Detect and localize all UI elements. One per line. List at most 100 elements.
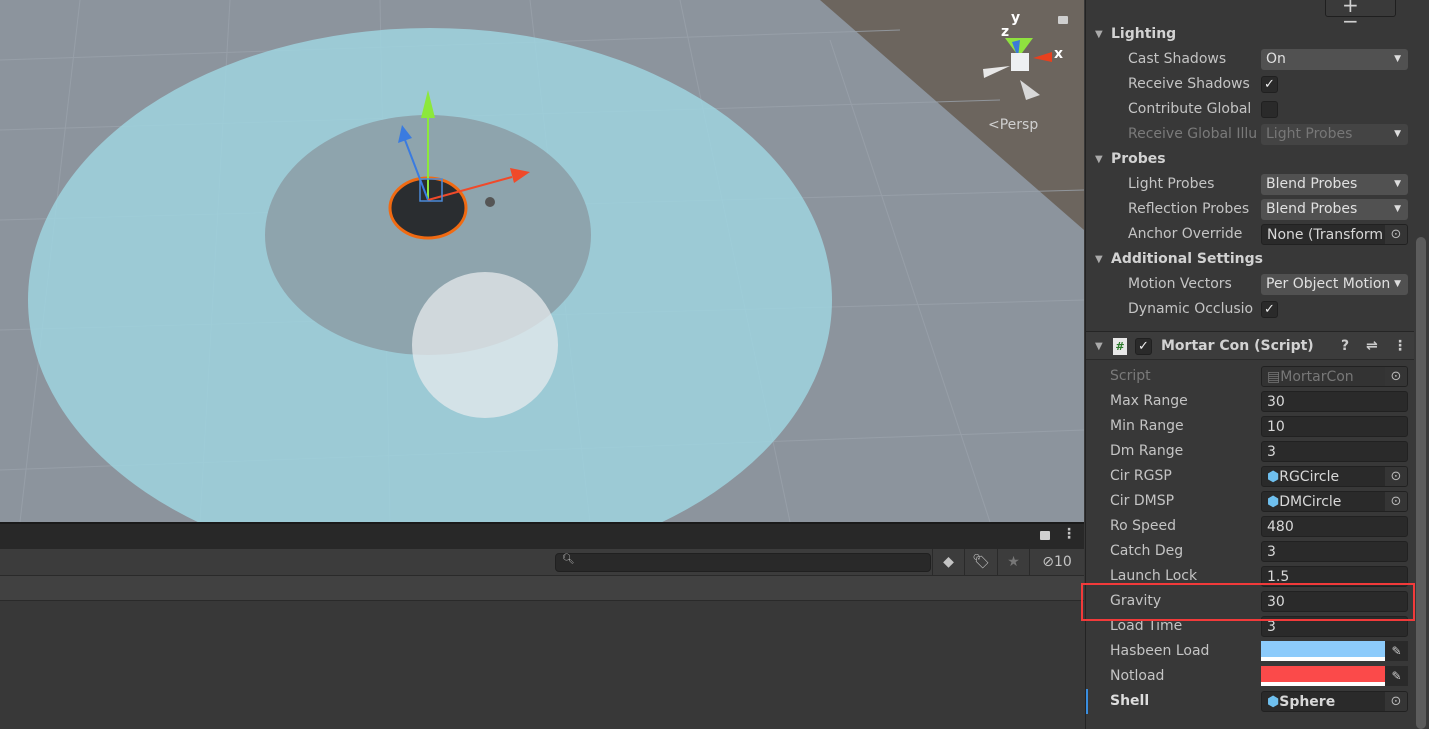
anchor-override-value: None (Transform [1267,227,1384,243]
field-min-range: Min Range 10 [1086,414,1414,439]
cir-rgsp-object-field[interactable]: ⬢RGCircle ⊙ [1261,466,1408,487]
component-title: Mortar Con (Script) [1161,338,1314,354]
field-label: Hasbeen Load [1110,643,1210,659]
foldout-triangle-icon[interactable]: ▼ [1095,22,1103,47]
scrollbar[interactable] [1416,237,1426,729]
dynamic-occlusio-checkbox[interactable]: ✓ [1261,301,1278,318]
lock-icon[interactable] [1058,16,1068,24]
scene-view[interactable]: y z x <Persp [0,0,1084,522]
panel-toolbar: 🔍︎ ◆ 🏷︎ ★ ⊘10 [0,549,1084,576]
field-label: Cir RGSP [1110,468,1172,484]
field-script: Script ▤MortarCon ⊙ [1086,364,1414,389]
hasbeen-load-color-field[interactable] [1261,641,1385,661]
field-label: Receive Shadows [1128,76,1250,92]
script-value: MortarCon [1280,369,1354,385]
prefab-icon: ⬢ [1267,694,1280,710]
receive-shadows-checkbox[interactable]: ✓ [1261,76,1278,93]
ro-speed-input[interactable]: 480 [1261,516,1408,537]
object-picker-icon[interactable]: ⊙ [1385,367,1407,386]
favorites-button[interactable]: ★ [997,549,1029,576]
foldout-triangle-icon[interactable]: ▼ [1095,334,1103,359]
field-anchor-override: Anchor Override None (Transform ⊙ [1086,222,1414,247]
field-label: Max Range [1110,393,1188,409]
small-sphere [485,197,495,207]
foldout-triangle-icon[interactable]: ▼ [1095,247,1103,272]
persp-label: Persp [999,117,1039,133]
filter-by-type-button[interactable]: ◆ [932,549,964,576]
field-label: Notload [1110,668,1165,684]
section-lighting[interactable]: ▼ Lighting [1086,22,1414,47]
component-enabled-checkbox[interactable]: ✓ [1135,338,1152,355]
prefab-icon: ⬢ [1267,469,1280,485]
field-label: Catch Deg [1110,543,1184,559]
field-label: Shell [1110,693,1150,709]
cir-rgsp-value: RGCircle [1279,469,1340,485]
field-label: Dynamic Occlusio [1128,301,1254,317]
more-menu-icon[interactable]: ⋮ [1393,334,1407,359]
field-label: Motion Vectors [1128,276,1232,292]
max-range-input[interactable]: 30 [1261,391,1408,412]
object-picker-icon[interactable]: ⊙ [1385,492,1407,511]
lock-icon[interactable] [1040,531,1050,540]
panel-header-row [0,576,1084,601]
section-additional[interactable]: ▼ Additional Settings [1086,247,1414,272]
search-input[interactable]: 🔍︎ [555,553,931,572]
anchor-override-object-field[interactable]: None (Transform ⊙ [1261,224,1408,245]
eye-slash-icon: ⊘ [1042,554,1054,570]
field-label: Receive Global Illu [1128,126,1258,142]
shell-sphere[interactable] [412,272,558,418]
object-picker-icon[interactable]: ⊙ [1385,692,1407,711]
object-picker-icon[interactable]: ⊙ [1385,225,1407,244]
section-title: Additional Settings [1111,251,1263,267]
field-label: Anchor Override [1128,226,1243,242]
field-label: Cast Shadows [1128,51,1227,67]
foldout-triangle-icon[interactable]: ▼ [1095,147,1103,172]
scene-canvas[interactable]: y z x [0,0,1084,522]
catch-deg-input[interactable]: 3 [1261,541,1408,562]
motion-vectors-dropdown[interactable]: Per Object Motion [1261,274,1408,295]
field-catch-deg: Catch Deg 3 [1086,539,1414,564]
more-menu-icon[interactable]: ⋮ [1062,526,1076,542]
field-label: Contribute Global [1128,101,1252,117]
section-probes[interactable]: ▼ Probes [1086,147,1414,172]
notload-color-field[interactable] [1261,666,1385,686]
field-dm-range: Dm Range 3 [1086,439,1414,464]
eyedropper-icon[interactable]: ✎ [1385,641,1408,661]
script-icon: ▤ [1267,369,1281,385]
receive-global-illu-dropdown[interactable]: Light Probes [1261,124,1408,145]
orientation-gizmo[interactable] [983,38,1052,100]
light-probes-dropdown[interactable]: Blend Probes [1261,174,1408,195]
field-label: Dm Range [1110,443,1184,459]
gizmo-x-label: x [1054,46,1063,62]
field-light-probes: Light Probes Blend Probes [1086,172,1414,197]
selected-field-marker [1086,689,1088,714]
reflection-probes-dropdown[interactable]: Blend Probes [1261,199,1408,220]
persp-back-icon: < [988,117,1000,133]
object-picker-icon[interactable]: ⊙ [1385,467,1407,486]
shell-object-field[interactable]: ⬢Sphere ⊙ [1261,691,1408,712]
bottom-panel: ⋮ 🔍︎ ◆ 🏷︎ ★ ⊘10 [0,522,1084,729]
field-dynamic-occlusio: Dynamic Occlusio ✓ [1086,297,1414,322]
min-range-input[interactable]: 10 [1261,416,1408,437]
field-cast-shadows: Cast Shadows On [1086,47,1414,72]
dm-range-input[interactable]: 3 [1261,441,1408,462]
eyedropper-icon[interactable]: ✎ [1385,666,1408,686]
field-label: Min Range [1110,418,1184,434]
field-receive-global-illu: Receive Global Illu Light Probes [1086,122,1414,147]
component-title-row[interactable]: ▼ # ✓ Mortar Con (Script)? ⇌ ⋮ [1086,334,1414,359]
hidden-packages-button[interactable]: ⊘10 [1029,549,1084,576]
preset-icon[interactable]: ⇌ [1366,334,1378,359]
cast-shadows-dropdown[interactable]: On [1261,49,1408,70]
hidden-count: 10 [1053,554,1072,570]
field-label: Script [1110,368,1151,384]
cir-dmsp-object-field[interactable]: ⬢DMCircle ⊙ [1261,491,1408,512]
add-remove-buttons[interactable]: +− [1325,0,1396,31]
script-object-field[interactable]: ▤MortarCon ⊙ [1261,366,1408,387]
panel-tab-bar: ⋮ [0,524,1084,549]
filter-by-label-button[interactable]: 🏷︎ [964,549,997,576]
help-icon[interactable]: ? [1341,334,1349,359]
persp-toggle[interactable]: <Persp [988,117,1038,133]
field-shell: Shell ⬢Sphere ⊙ [1086,689,1414,714]
contribute-global-checkbox[interactable] [1261,101,1278,118]
field-notload: Notload ✎ [1086,664,1414,689]
